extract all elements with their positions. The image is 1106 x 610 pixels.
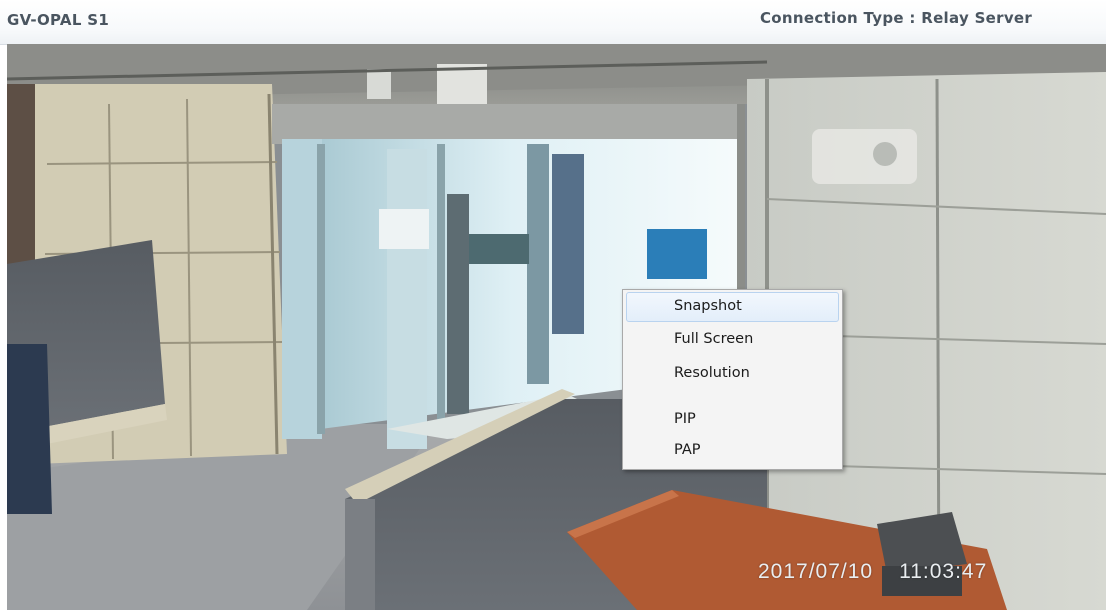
menu-item-pap[interactable]: PAP [626, 436, 839, 466]
menu-item-pip[interactable]: PIP [626, 405, 839, 435]
osd-date: 2017/07/10 [758, 560, 874, 583]
menu-item-resolution[interactable]: Resolution [626, 359, 839, 389]
video-timestamp-osd: 2017/07/10 11:03:47 [758, 560, 987, 584]
live-video-view[interactable]: 2017/07/10 11:03:47 [7, 44, 1106, 610]
menu-item-full-screen[interactable]: Full Screen [626, 325, 839, 355]
device-name: GV-OPAL S1 [7, 11, 110, 29]
osd-time: 11:03:47 [899, 560, 988, 583]
camera-scene [7, 44, 1106, 610]
connection-type-label: Connection Type : Relay Server [760, 9, 1033, 27]
header-bar: GV-OPAL S1 Connection Type : Relay Serve… [0, 0, 1106, 45]
menu-item-snapshot[interactable]: Snapshot [626, 292, 839, 322]
video-context-menu: Snapshot Full Screen Resolution PIP PAP [622, 289, 843, 470]
